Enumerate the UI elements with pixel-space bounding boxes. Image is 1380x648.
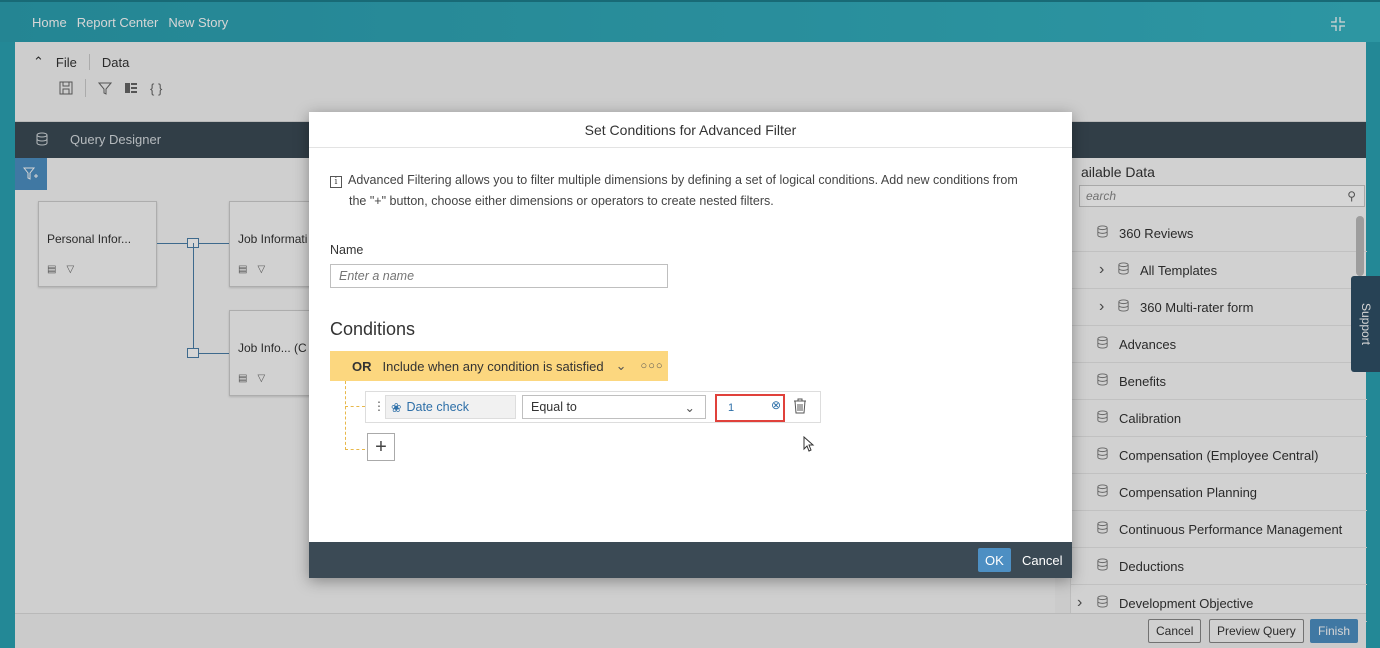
- condition-row: ⋮ ❀ Date check Equal to ⌄ 1 ⊗: [365, 391, 821, 423]
- value-input-highlight[interactable]: 1 ⊗: [715, 394, 785, 422]
- dimension-label: Date check: [406, 400, 470, 414]
- group-description: Include when any condition is satisfied: [382, 358, 604, 374]
- drag-handle-icon[interactable]: ⋮: [373, 399, 385, 413]
- conditions-title: Conditions: [330, 319, 416, 339]
- dialog-footer: OK Cancel: [309, 542, 1072, 578]
- info-line-1: Advanced Filtering allows you to filter …: [348, 173, 1018, 187]
- tree-line: [345, 449, 365, 450]
- info-line-2: the "+" button, choose either dimensions…: [349, 194, 774, 208]
- condition-group-header[interactable]: OR Include when any condition is satisfi…: [330, 351, 668, 381]
- more-options-icon[interactable]: ○○○: [641, 360, 664, 372]
- name-input[interactable]: [330, 264, 668, 288]
- info-icon: i: [330, 176, 342, 188]
- tree-line: [345, 381, 346, 450]
- operator-value: Equal to: [531, 400, 577, 414]
- name-label: Name: [330, 243, 364, 257]
- group-operator: OR: [352, 358, 372, 374]
- chevron-down-icon[interactable]: ⌄: [616, 358, 627, 374]
- tree-line: [345, 406, 365, 407]
- operator-select[interactable]: Equal to ⌄: [522, 395, 706, 419]
- add-condition-button[interactable]: +: [367, 433, 395, 461]
- mouse-cursor-icon: [803, 436, 815, 452]
- delete-icon[interactable]: [793, 398, 807, 414]
- dimension-field[interactable]: ❀ Date check: [385, 395, 516, 419]
- dialog-title: Set Conditions for Advanced Filter: [309, 112, 1072, 148]
- ok-button[interactable]: OK: [978, 548, 1011, 572]
- cancel-button[interactable]: Cancel: [1022, 548, 1062, 572]
- advanced-filter-dialog: Set Conditions for Advanced Filter i Adva…: [309, 112, 1072, 578]
- chevron-down-icon[interactable]: ⌄: [685, 400, 695, 415]
- clear-icon[interactable]: ⊗: [771, 398, 781, 412]
- info-text: i Advanced Filtering allows you to filter…: [330, 170, 1050, 212]
- hierarchy-icon: ❀: [391, 400, 402, 415]
